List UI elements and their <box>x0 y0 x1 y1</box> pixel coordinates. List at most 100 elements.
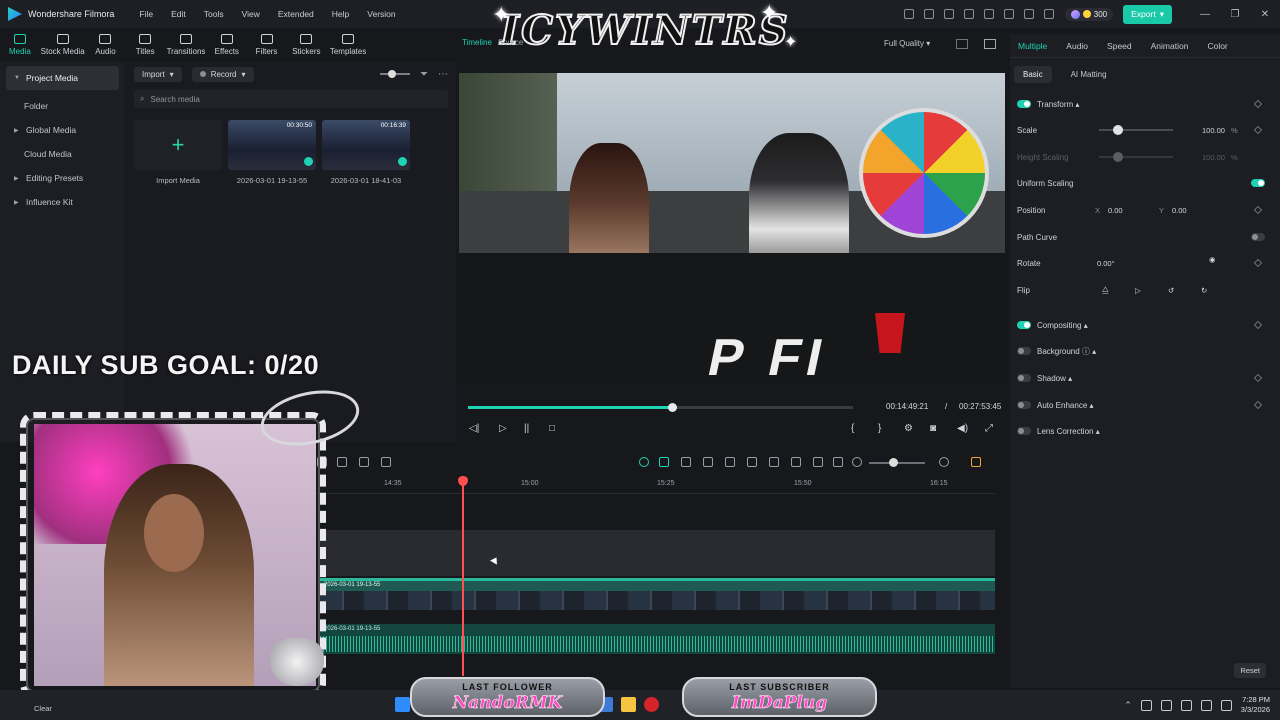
keyframe-icon[interactable] <box>1253 373 1263 383</box>
wifi-icon[interactable] <box>1200 699 1212 711</box>
volume-icon[interactable] <box>1220 699 1232 711</box>
menu-version[interactable]: Version <box>358 9 404 19</box>
zoom-out-icon[interactable] <box>852 457 862 467</box>
volume-icon[interactable]: ◀) <box>957 423 968 434</box>
menu-tools[interactable]: Tools <box>195 9 233 19</box>
gift-icon[interactable] <box>903 9 914 19</box>
flip-vertical-icon[interactable]: ▷ <box>1135 286 1141 295</box>
grid-icon[interactable] <box>956 39 968 49</box>
lens-correction-toggle[interactable] <box>1017 427 1031 435</box>
flip-horizontal-icon[interactable]: ⧋ <box>1102 285 1109 295</box>
tool-titles[interactable]: Titles <box>125 28 165 62</box>
play-icon[interactable]: ▷ <box>499 423 507 434</box>
reset-button[interactable]: Reset <box>1234 663 1266 678</box>
tool-filters[interactable]: Filters <box>247 28 287 62</box>
scale-value[interactable]: 100.00 <box>1202 126 1225 135</box>
tab-animation[interactable]: Animation <box>1151 41 1189 51</box>
subtab-ai-matting[interactable]: AI Matting <box>1062 66 1116 83</box>
tool-transitions[interactable]: Transitions <box>165 28 207 62</box>
sidebar-item-influence-kit[interactable]: ▶ Influence Kit <box>0 190 125 214</box>
render-icon[interactable]: ⚙ <box>904 423 913 434</box>
tab-color[interactable]: Color <box>1207 41 1227 51</box>
path-curve-toggle[interactable] <box>1251 233 1265 241</box>
media-clip[interactable]: 00:30:50 2026-03-01 19-13-55 <box>228 120 316 185</box>
sidebar-item-global-media[interactable]: ▶ Global Media <box>0 118 125 142</box>
progress-knob[interactable] <box>668 403 678 412</box>
uniform-scaling-toggle[interactable] <box>1251 179 1265 187</box>
tab-multiple[interactable]: Multiple <box>1018 41 1047 51</box>
rotate-left-icon[interactable]: ↺ <box>1168 286 1174 295</box>
zoom-slider[interactable] <box>869 458 925 467</box>
keyframe-panel-icon[interactable] <box>703 457 713 467</box>
menu-file[interactable]: File <box>130 9 162 19</box>
menu-edit[interactable]: Edit <box>162 9 195 19</box>
record-button[interactable]: Record ▾ <box>191 66 254 82</box>
zoom-in-icon[interactable] <box>939 457 949 467</box>
stop-icon[interactable]: □ <box>549 423 555 434</box>
compositing-section[interactable]: Compositing ▴ <box>1017 317 1267 333</box>
next-frame-icon[interactable]: || <box>524 423 529 434</box>
more-icon[interactable]: ⋯ <box>438 69 448 80</box>
tool-stickers[interactable]: Stickers <box>286 28 326 62</box>
position-x-field[interactable]: 0.00 <box>1108 206 1123 215</box>
tool-effects[interactable]: Effects <box>207 28 247 62</box>
tool-audio[interactable]: Audio <box>86 28 126 62</box>
menu-help[interactable]: Help <box>323 9 358 19</box>
keyframe-icon[interactable] <box>1253 258 1263 268</box>
system-clock[interactable]: 7:28 PM 3/3/2026 <box>1241 695 1270 715</box>
keyframe-icon[interactable] <box>1253 320 1263 330</box>
settings-icon[interactable] <box>1043 9 1054 19</box>
compositing-toggle[interactable] <box>1017 321 1031 329</box>
image-icon[interactable] <box>983 9 994 19</box>
media-clip[interactable]: 00:16:39 2026-03-01 18-41-03 <box>322 120 410 185</box>
prev-frame-icon[interactable]: ◁| <box>469 423 479 434</box>
monitor-icon[interactable] <box>963 9 974 19</box>
rotate-field[interactable]: 0.00° <box>1097 259 1115 268</box>
maximize-icon[interactable]: ❐ <box>1220 9 1250 20</box>
background-section[interactable]: Background ⓘ ▴ <box>1017 343 1267 359</box>
shadow-section[interactable]: Shadow ▴ <box>1017 370 1267 386</box>
mark-in-icon[interactable]: { <box>851 423 854 434</box>
video-clip[interactable]: 2026-03-01 19-13-55 <box>320 578 995 610</box>
scale-slider[interactable] <box>1099 125 1173 135</box>
tool-media[interactable]: Media <box>0 28 40 62</box>
keyframe-icon[interactable] <box>1253 125 1263 135</box>
audio-mixer-icon[interactable] <box>791 457 801 467</box>
audio-clip[interactable]: 2026-03-01 19-13-55 <box>320 624 995 654</box>
minimize-icon[interactable]: — <box>1190 9 1220 20</box>
support-icon[interactable] <box>1023 9 1034 19</box>
fullscreen-icon[interactable]: ⤢ <box>985 423 993 434</box>
filter-icon[interactable]: ⏷ <box>420 69 428 80</box>
import-button[interactable]: Import ▾ <box>134 66 182 82</box>
slider-knob[interactable] <box>1113 125 1123 135</box>
microphone-icon[interactable] <box>769 457 779 467</box>
auto-enhance-toggle[interactable] <box>1017 401 1031 409</box>
menu-extended[interactable]: Extended <box>269 9 323 19</box>
tool-stock-media[interactable]: Stock Media <box>40 28 86 62</box>
menu-view[interactable]: View <box>233 9 269 19</box>
tool-templates[interactable]: Templates <box>326 28 370 62</box>
sidebar-item-folder[interactable]: Folder <box>0 94 125 118</box>
import-media-tile[interactable]: + Import Media <box>134 120 222 185</box>
tab-speed[interactable]: Speed <box>1107 41 1132 51</box>
timeline-ruler[interactable]: 14:35 15:00 15:25 15:50 16:15 <box>313 474 995 494</box>
quality-dropdown[interactable]: Full Quality ▾ <box>884 39 930 48</box>
background-toggle[interactable] <box>1017 347 1031 355</box>
mark-out-icon[interactable]: } <box>878 423 881 434</box>
playhead[interactable] <box>458 476 468 676</box>
lens-correction-section[interactable]: Lens Correction ▴ <box>1017 423 1267 439</box>
snapshot-icon[interactable] <box>984 39 996 49</box>
camera-icon[interactable]: ◙ <box>930 423 936 434</box>
cloud-icon[interactable] <box>1003 9 1014 19</box>
credits-badge[interactable]: 300 <box>1064 7 1114 21</box>
tab-source[interactable]: Source <box>498 38 523 47</box>
marker-icon[interactable] <box>381 457 391 467</box>
close-icon[interactable]: ✕ <box>1250 9 1280 20</box>
auto-ripple-icon[interactable] <box>725 457 735 467</box>
shield-icon[interactable] <box>747 457 757 467</box>
tab-timeline[interactable]: Timeline <box>462 38 492 47</box>
search-media-field[interactable]: ⌕ Search media <box>134 90 448 108</box>
playback-progress[interactable] <box>468 403 853 412</box>
position-y-field[interactable]: 0.00 <box>1172 206 1187 215</box>
monitor-icon[interactable] <box>1180 699 1192 711</box>
